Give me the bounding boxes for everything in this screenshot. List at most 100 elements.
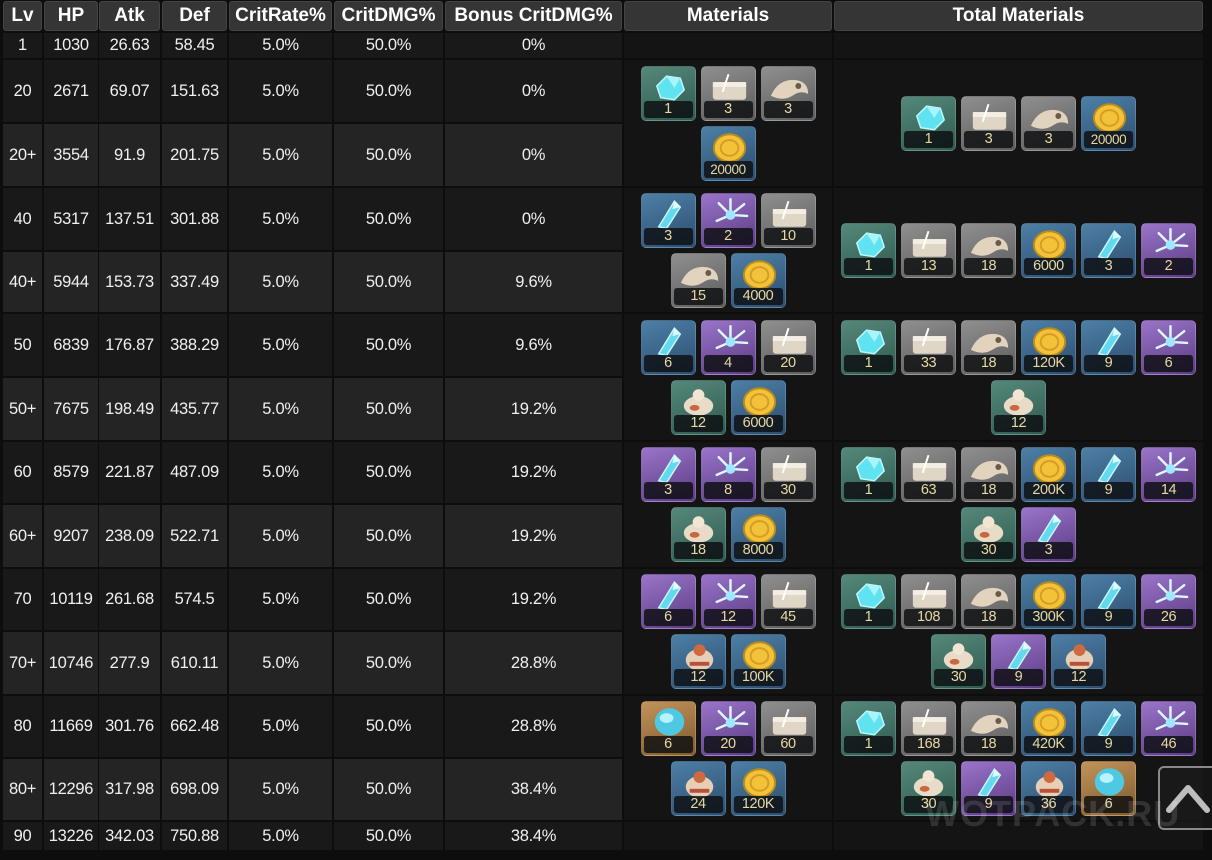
material-item: 100K [730, 634, 786, 689]
beast-pod-icon [685, 770, 713, 798]
table-cell: 1030 [44, 33, 98, 58]
horn-fragment-icon [770, 79, 808, 99]
material-count: 12 [703, 609, 753, 626]
crystal-shard-icon [1037, 514, 1062, 544]
material-count: 12 [994, 414, 1043, 432]
material-item: 45 [760, 574, 816, 629]
table-cell: 7675 [44, 378, 98, 440]
material-item: 12 [991, 379, 1046, 435]
table-cell: 20+ [3, 124, 42, 186]
total-materials-cell [834, 33, 1203, 58]
item-row: 18 8000 [670, 507, 786, 562]
column-header: HP [44, 1, 98, 31]
table-cell: 5.0% [229, 696, 332, 757]
crystal-orb-icon [654, 707, 684, 736]
material-count: 12 [673, 669, 723, 686]
material-count: 6 [643, 354, 693, 372]
column-header: Bonus CritDMG% [445, 1, 622, 31]
material-item: 18 [961, 447, 1016, 502]
material-item: 108 [901, 574, 956, 629]
material-count: 420K [1024, 735, 1073, 753]
materials-items: 6 4 20 12 6000 [624, 314, 832, 440]
table-cell: 5.0% [229, 759, 332, 820]
material-item: 20 [760, 319, 816, 375]
crystal-shard-icon [657, 199, 681, 230]
column-header: Total Materials [834, 1, 1203, 31]
material-count: 20000 [703, 160, 753, 178]
table-cell: 5944 [44, 252, 98, 312]
material-item: 9 [961, 760, 1016, 816]
table-cell: 5.0% [229, 124, 332, 186]
material-count: 1 [844, 354, 893, 372]
table-cell: 50.0% [334, 252, 443, 312]
table-cell: 610.11 [162, 632, 227, 694]
total-materials-items: 1 168 18 420K 9 46 30 9 36 6 [834, 696, 1203, 820]
table-cell: 5.0% [229, 314, 332, 376]
material-item: 3 [640, 447, 696, 502]
material-count: 6 [1084, 795, 1133, 813]
material-count: 18 [964, 609, 1013, 626]
materials-cell [624, 33, 832, 58]
material-count: 30 [964, 542, 1013, 559]
material-count: 9 [1084, 735, 1133, 753]
table-cell: 5.0% [229, 33, 332, 58]
crystal-orb-icon [1094, 767, 1125, 796]
material-item: 30 [961, 507, 1016, 562]
material-count: 3 [1024, 130, 1073, 148]
material-item: 1 [841, 574, 896, 629]
material-item: 120K [730, 760, 786, 816]
item-row: 133 [640, 65, 816, 121]
table-cell: 5.0% [229, 822, 332, 850]
table-cell: 0% [445, 60, 622, 122]
material-item: 33 [901, 319, 956, 375]
horn-fragment-icon [1030, 109, 1069, 129]
table-cell: 574.5 [162, 569, 227, 630]
material-item: 9 [1081, 574, 1136, 629]
table-cell: 5.0% [229, 252, 332, 312]
table-cell: 70+ [3, 632, 42, 694]
material-item: 60 [760, 700, 816, 756]
table-cell: 38.4% [445, 822, 622, 850]
material-item: 4 [700, 319, 756, 375]
table-cell: 11669 [44, 696, 98, 757]
crystal-chunk-icon [655, 74, 685, 100]
coin-icon [1032, 581, 1067, 611]
material-item: 26 [1141, 574, 1196, 629]
metal-scrap-icon [772, 454, 806, 481]
table-cell: 8579 [44, 442, 98, 503]
material-item: 6000 [730, 379, 786, 435]
item-row: 30 9 36 6 [901, 760, 1136, 816]
scroll-to-top-button[interactable] [1158, 766, 1212, 830]
item-row: 1 108 18 300K 9 26 [841, 574, 1196, 629]
material-count: 100K [733, 669, 783, 686]
table-cell: 50.0% [334, 124, 443, 186]
table-cell: 19.2% [445, 505, 622, 567]
material-item: 8 [700, 447, 756, 502]
energy-burst-icon [715, 579, 748, 604]
material-count: 3 [643, 482, 693, 499]
total-materials-items: 1 13 18 6000 3 2 [834, 188, 1203, 312]
material-item: 6 [1141, 319, 1196, 375]
item-row: 3 2 10 [640, 192, 816, 248]
crystal-chunk-icon [855, 709, 886, 735]
material-item: 3 [700, 65, 756, 121]
energy-burst-icon [715, 705, 748, 730]
shell-creature-icon [683, 388, 713, 416]
horn-fragment-icon [680, 266, 718, 286]
table-cell: 19.2% [445, 442, 622, 503]
materials-items: 6 20 60 24 120K [624, 696, 832, 820]
table-cell: 50+ [3, 378, 42, 440]
material-count: 2 [1144, 257, 1193, 275]
column-header: CritRate% [229, 1, 332, 31]
material-count: 3 [763, 100, 813, 118]
item-row: 12 100K [670, 634, 786, 689]
table-cell: 38.4% [445, 759, 622, 820]
material-count: 3 [1024, 542, 1073, 559]
shell-creature-icon [913, 769, 944, 797]
material-count: 108 [904, 609, 953, 626]
table-cell: 70 [3, 569, 42, 630]
column-header: Materials [624, 1, 832, 31]
material-item: 4000 [730, 252, 786, 308]
energy-burst-icon [1155, 579, 1189, 604]
crystal-chunk-icon [855, 456, 886, 482]
